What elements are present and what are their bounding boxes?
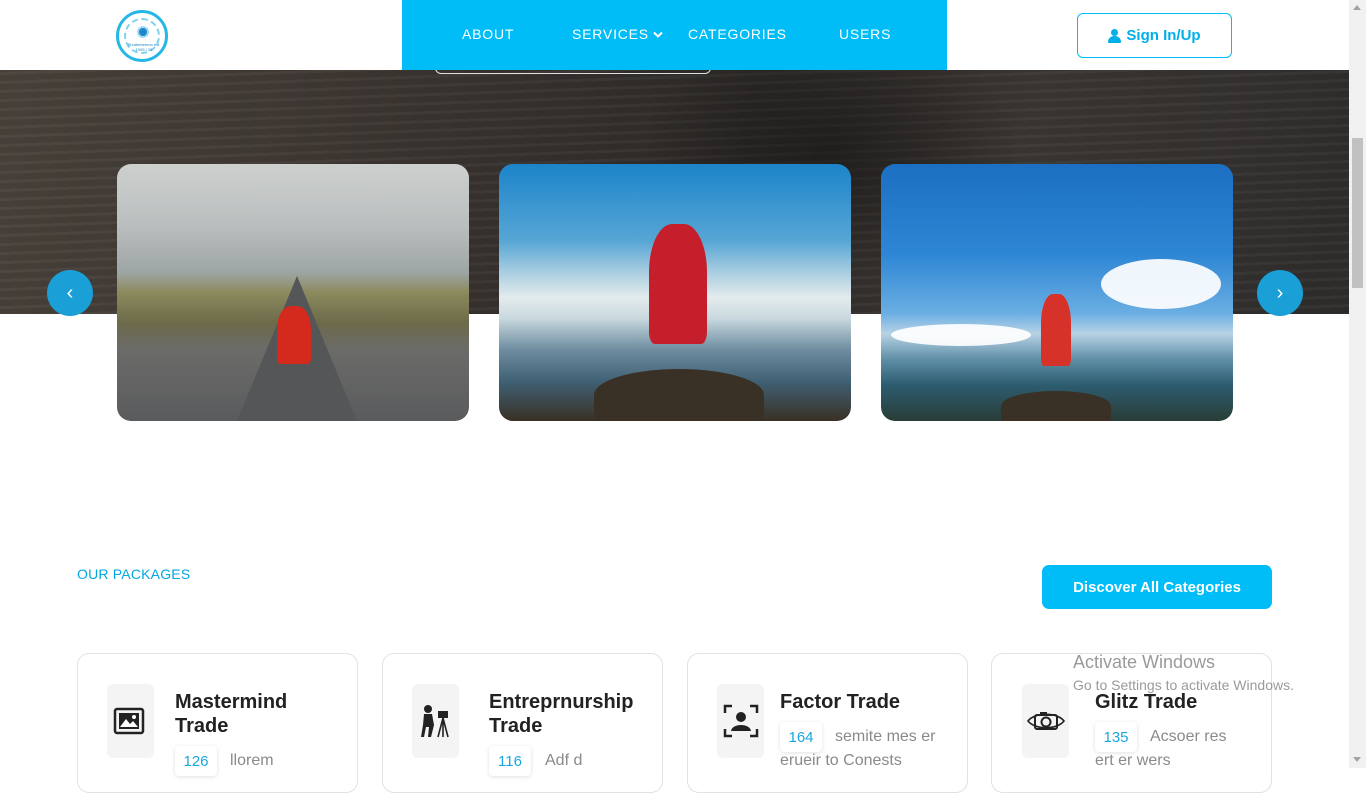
site-header: Shutterbeemo est. 1995 / 28 ABOUT SERVIC… [0,0,1349,70]
package-title: Mastermind Trade [175,691,288,737]
nav-users[interactable]: USERS [839,26,891,42]
scroll-down-arrow-icon[interactable] [1353,757,1361,762]
portrait-frame-icon [717,684,764,758]
main-nav: ABOUT SERVICES CATEGORIES USERS [402,0,947,70]
package-card-entreprnurship[interactable]: Entreprnurship Trade 116 Adf d [382,653,663,793]
camera-icon [1022,684,1069,758]
package-description: semite mes er [835,728,936,745]
package-count-badge: 135 [1095,722,1137,752]
page-scrollbar[interactable] [1349,0,1366,768]
logo-text: Shutterbeemo est. 1995 / 28 [127,42,161,52]
nav-services[interactable]: SERVICES [572,26,663,42]
nav-about[interactable]: ABOUT [462,26,514,42]
photo-gallery-icon [107,684,154,758]
carousel-next-button[interactable]: › [1257,270,1303,316]
discover-all-categories-button[interactable]: Discover All Categories [1042,565,1272,609]
package-title: Glitz Trade [1095,691,1198,713]
sign-in-button[interactable]: Sign In/Up [1077,13,1232,58]
package-card-mastermind[interactable]: Mastermind Trade 126 llorem [77,653,358,793]
package-description: Adf d [545,752,583,769]
package-description: llorem [230,752,274,769]
windows-activation-subtitle: Go to Settings to activate Windows. [1073,677,1294,693]
user-icon [1108,28,1122,43]
carousel-slide-road-photographer[interactable] [117,164,469,421]
sign-in-label: Sign In/Up [1126,27,1201,44]
package-count-badge: 126 [175,746,217,776]
chevron-left-icon: ‹ [66,281,74,304]
package-card-factor[interactable]: Factor Trade 164 semite mes er erueir to… [687,653,968,793]
package-card-glitz[interactable]: Glitz Trade 135 Acsoer res ert er wers [991,653,1272,793]
package-count-badge: 116 [489,746,531,776]
scrollbar-thumb[interactable] [1352,138,1363,288]
package-count-badge: 164 [780,722,822,752]
site-logo[interactable]: Shutterbeemo est. 1995 / 28 [116,10,168,62]
carousel-prev-button[interactable]: ‹ [47,270,93,316]
package-title: Factor Trade [780,691,901,713]
carousel-slide-mountain-woman[interactable] [881,164,1233,421]
photographer-tripod-icon [412,684,459,758]
chevron-down-icon [653,30,663,42]
logo-eye-icon [137,26,149,38]
nav-categories[interactable]: CATEGORIES [688,26,787,42]
chevron-right-icon: › [1276,281,1284,304]
scroll-up-arrow-icon[interactable] [1353,5,1361,10]
package-description-line2: erueir to Conests [780,752,902,769]
package-description-line2: ert er wers [1095,752,1171,769]
package-description: Acsoer res [1150,728,1227,745]
package-title: Entreprnurship Trade [489,691,634,737]
packages-section-label: OUR PACKAGES [77,566,191,582]
windows-activation-title: Activate Windows [1073,652,1216,672]
carousel-slide-mountain-hiker[interactable] [499,164,851,421]
